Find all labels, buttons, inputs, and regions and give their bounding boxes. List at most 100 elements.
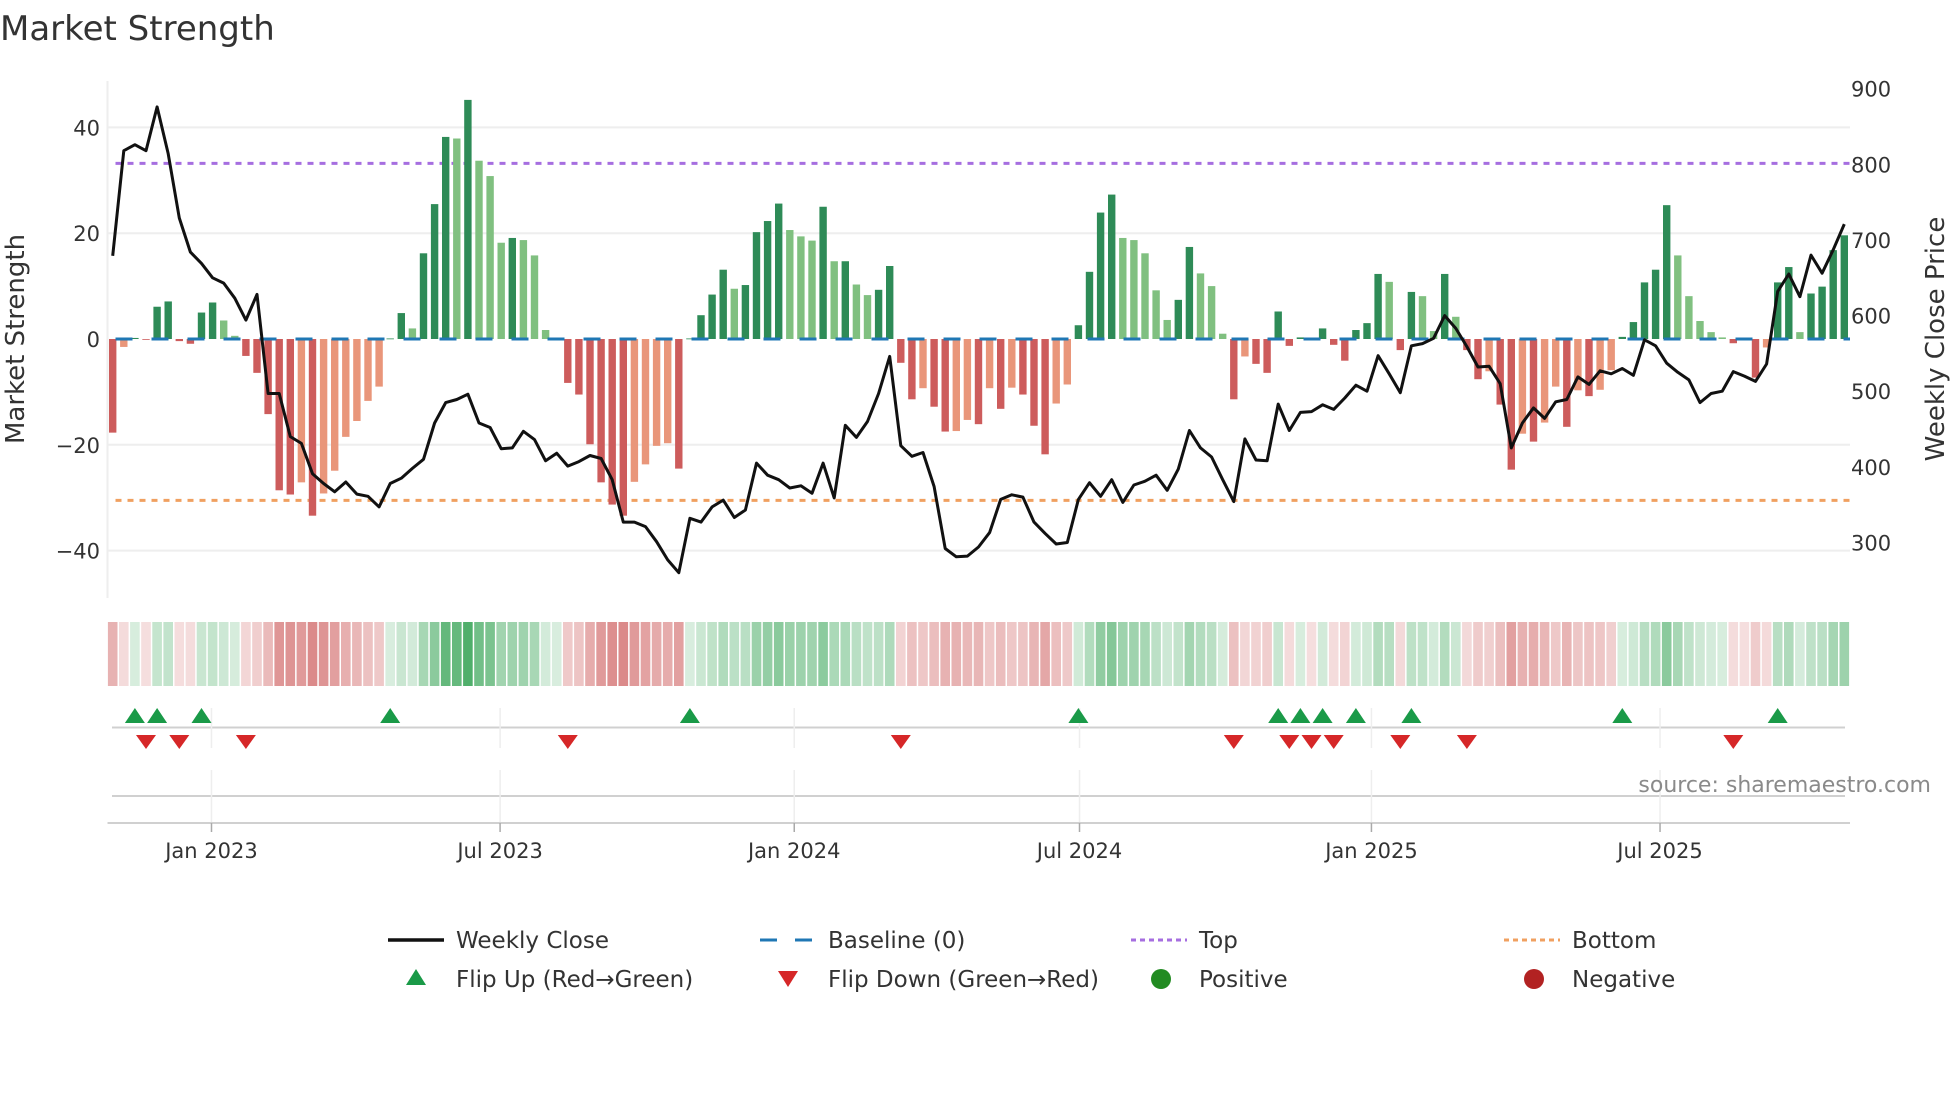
heat-cell (474, 622, 484, 686)
bar-positive (1174, 299, 1182, 339)
bar-negative (930, 339, 938, 407)
heat-cell (873, 622, 884, 686)
heat-cell (241, 622, 251, 686)
bar-negative (242, 339, 250, 356)
y-tick-label: 40 (73, 116, 100, 140)
bar-positive (1374, 273, 1382, 339)
bar-positive (1163, 319, 1171, 339)
flip-down-marker (1723, 735, 1744, 749)
bar-negative (1507, 339, 1515, 470)
bar-positive (419, 253, 428, 339)
heat-cell (1373, 622, 1383, 686)
flip-down-marker (1301, 735, 1322, 749)
bar-negative (1230, 339, 1238, 400)
heat-cell (551, 622, 562, 686)
bar-negative (1540, 339, 1549, 423)
flip-down-marker (1279, 735, 1300, 749)
bar-positive (408, 328, 417, 339)
heat-cell (1040, 622, 1050, 686)
bar-positive (397, 313, 405, 339)
bar-positive (1818, 286, 1826, 339)
bar-positive (1718, 337, 1726, 339)
heat-cell (540, 622, 551, 686)
heat-cell (1206, 622, 1217, 686)
heat-cell (496, 622, 506, 686)
heat-cell (1073, 622, 1084, 686)
heat-cell (1528, 622, 1539, 686)
flip-up-marker (191, 708, 212, 723)
bar-positive (1318, 328, 1327, 339)
bar-positive (508, 237, 516, 339)
legend: Weekly Close Baseline (0) Top Bottom Flip Up… (388, 928, 1675, 993)
bar-negative (253, 339, 261, 373)
bar-negative (564, 339, 572, 383)
heat-cell (1517, 622, 1528, 686)
flip-down-marker (557, 735, 578, 749)
heat-cell (1451, 622, 1461, 686)
bar-positive (1096, 212, 1105, 339)
heat-cell (440, 622, 451, 686)
heat-cell (1317, 622, 1328, 686)
bar-positive (1296, 337, 1305, 339)
bar-negative (664, 339, 672, 444)
flip-down-marker (169, 735, 190, 749)
heat-cell (807, 622, 817, 686)
bar-positive (874, 289, 883, 339)
heat-cell (1029, 622, 1039, 686)
bar-negative (997, 339, 1005, 409)
heat-cell (1484, 622, 1494, 686)
bar-negative (1030, 339, 1038, 426)
positive-dot-icon (1151, 969, 1171, 989)
heat-cell (1328, 622, 1339, 686)
bar-negative (353, 339, 361, 421)
heat-cell (1539, 622, 1550, 686)
heat-cell (818, 622, 828, 686)
bar-negative (675, 339, 683, 469)
y2-axis-title: Weekly Close Price (1921, 217, 1951, 462)
bar-positive (1141, 253, 1149, 339)
bar-negative (1607, 339, 1615, 371)
flip-down-marker (1390, 735, 1411, 749)
heat-cell (1262, 622, 1272, 686)
heat-cell (407, 622, 418, 686)
bar-positive (208, 302, 217, 339)
flip-down-marker (235, 735, 256, 749)
bar-negative (1396, 339, 1404, 351)
bar-negative (1552, 339, 1560, 387)
bar-positive (153, 306, 161, 339)
heat-cell (1506, 622, 1517, 686)
heat-cell (751, 622, 762, 686)
bar-positive (863, 295, 872, 339)
legend-item-dot-top: Top (1131, 928, 1238, 954)
heat-cell (984, 622, 995, 686)
heat-cell (729, 622, 740, 686)
legend-label: Flip Down (Green→Red) (828, 967, 1099, 993)
heat-cell (1395, 622, 1406, 686)
heat-cell (174, 622, 185, 686)
bar-negative (908, 339, 916, 400)
heat-cell (307, 622, 318, 686)
heat-cell (1784, 622, 1794, 686)
heat-cell (1628, 622, 1639, 686)
heat-cell (196, 622, 207, 686)
bar-positive (1074, 325, 1083, 339)
heat-cell (1550, 622, 1561, 686)
flip-up-marker (1767, 708, 1788, 723)
legend-label: Top (1198, 928, 1238, 954)
legend-label: Bottom (1572, 928, 1656, 954)
heat-cell (385, 622, 395, 686)
source-label: source: sharemaestro.com (1638, 773, 1931, 798)
y2-tick-label: 800 (1851, 153, 1891, 177)
bar-positive (530, 255, 539, 339)
flip-up-marker (147, 708, 168, 723)
heat-cell (585, 622, 595, 686)
bar-negative (1563, 339, 1571, 427)
heat-cell (352, 622, 362, 686)
bar-positive (1185, 246, 1194, 339)
heat-cell (1650, 622, 1661, 686)
heat-cell (1495, 622, 1505, 686)
heat-cell (529, 622, 540, 686)
heat-cell (662, 622, 673, 686)
bar-positive (708, 294, 716, 339)
bar-negative (985, 339, 994, 389)
